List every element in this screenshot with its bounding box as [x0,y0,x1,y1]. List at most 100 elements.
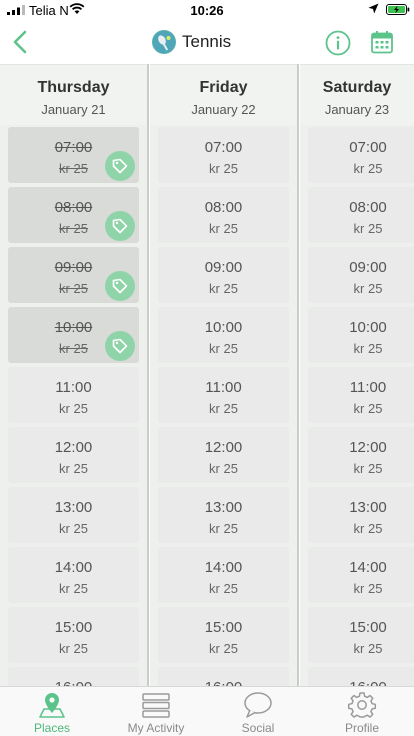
day-header: Saturday January 23 [300,64,414,125]
time-slot[interactable]: 07:00 kr 25 [158,127,289,183]
time-slot[interactable]: 10:00 kr 25 [8,307,139,363]
time-slot[interactable]: 14:00 kr 25 [8,547,139,603]
slot-price: kr 25 [209,461,238,476]
slot-time: 12:00 [54,439,93,456]
tab-social-label: Social [241,721,275,735]
slot-price: kr 25 [353,521,383,536]
time-slot[interactable]: 16:00 [158,667,289,686]
slot-time: 14:00 [204,559,243,576]
slot-time: 10:00 [204,319,243,336]
time-slot[interactable]: 08:00 kr 25 [8,187,139,243]
time-slot[interactable]: 11:00 kr 25 [308,367,414,423]
slot-time: 11:00 [55,379,92,396]
tag-icon [112,218,128,234]
list-icon [142,693,170,718]
map-pin-icon [39,693,65,718]
day-column-saturday: Saturday January 23 07:00 kr 25 08:00 kr 25 09… [300,64,414,686]
slot-time: 13:00 [349,499,387,516]
booked-tag-badge[interactable] [105,271,135,301]
time-slot[interactable]: 13:00 kr 25 [308,487,414,543]
slot-time: 11:00 [205,379,242,396]
time-slot[interactable]: 07:00 kr 25 [308,127,414,183]
calendar-button[interactable] [371,30,393,54]
slot-price: kr 25 [209,341,238,356]
booked-tag-badge[interactable] [105,211,135,241]
slot-price: kr 25 [209,521,238,536]
time-slot[interactable]: 09:00 kr 25 [158,247,289,303]
slot-price: kr 25 [353,641,383,656]
slot-price: kr 25 [353,161,383,176]
slot-price: kr 25 [59,521,88,536]
day-date: January 21 [41,102,106,117]
tag-icon [112,338,128,354]
slot-time: 08:00 [349,199,387,216]
back-button[interactable] [8,28,34,56]
time-slot[interactable]: 10:00 kr 25 [308,307,414,363]
info-button[interactable] [325,30,351,56]
slot-price: kr 25 [209,281,238,296]
slot-time: 11:00 [349,379,387,396]
slot-price: kr 25 [353,281,383,296]
slot-time: 15:00 [204,619,243,636]
time-slot[interactable]: 10:00 kr 25 [158,307,289,363]
slot-time: 14:00 [54,559,93,576]
tab-social[interactable]: Social [206,687,310,736]
time-slot[interactable]: 12:00 kr 25 [308,427,414,483]
time-slot[interactable]: 14:00 kr 25 [308,547,414,603]
time-slot[interactable]: 13:00 kr 25 [8,487,139,543]
slot-time: 16:00 [8,679,139,686]
time-slot[interactable]: 11:00 kr 25 [158,367,289,423]
slot-price: kr 25 [353,341,383,356]
time-slot[interactable]: 15:00 kr 25 [8,607,139,663]
time-slot[interactable]: 12:00 kr 25 [158,427,289,483]
slot-price: kr 25 [209,161,238,176]
day-column-friday: Friday January 22 07:00 kr 25 08:00 kr 25 09:0… [150,64,297,686]
slot-time: 12:00 [349,439,387,456]
time-slot[interactable]: 15:00 kr 25 [158,607,289,663]
nav-header: Tennis [0,22,414,64]
chat-bubble-icon [244,692,272,718]
time-slot[interactable]: 09:00 kr 25 [308,247,414,303]
slot-time: 08:00 [204,199,243,216]
slot-price: kr 25 [209,221,238,236]
time-slot[interactable]: 16:00 [308,667,414,686]
tab-profile-label: Profile [344,721,379,735]
time-slot[interactable]: 12:00 kr 25 [8,427,139,483]
page-title: Tennis [182,32,232,51]
day-date: January 23 [324,102,390,117]
schedule-grid[interactable]: Thursday January 21 07:00 kr 25 08:00 kr 25 09… [0,64,414,686]
booked-tag-badge[interactable] [105,151,135,181]
slot-time: 07:00 [204,139,243,156]
gear-icon [347,692,377,718]
slot-time: 14:00 [349,559,387,576]
tag-icon [112,158,128,174]
time-slot[interactable]: 08:00 kr 25 [158,187,289,243]
slot-time: 16:00 [308,679,414,686]
column-divider [297,64,299,686]
time-slot[interactable]: 16:00 [8,667,139,686]
time-slot[interactable]: 11:00 kr 25 [8,367,139,423]
time-slot[interactable]: 08:00 kr 25 [308,187,414,243]
tab-profile[interactable]: Profile [310,687,414,736]
tab-my-activity[interactable]: My Activity [104,687,208,736]
booked-tag-badge[interactable] [105,331,135,361]
slot-time: 15:00 [349,619,387,636]
slot-price: kr 25 [209,401,238,416]
tennis-avatar-icon [152,30,176,54]
slot-price: kr 25 [59,641,88,656]
slot-price: kr 25 [59,581,88,596]
time-slot[interactable]: 13:00 kr 25 [158,487,289,543]
tab-places[interactable]: Places [0,687,104,736]
time-slot[interactable]: 09:00 kr 25 [8,247,139,303]
page-title-group: Tennis [152,28,231,56]
tab-places-label: Places [33,721,71,735]
day-column-thursday: Thursday January 21 07:00 kr 25 08:00 kr 25 09… [0,64,147,686]
column-divider [147,64,149,686]
day-header: Friday January 22 [150,64,297,125]
slot-price: kr 25 [353,581,383,596]
tab-my-activity-label: My Activity [127,721,185,735]
day-name: Friday [199,79,248,96]
time-slot[interactable]: 07:00 kr 25 [8,127,139,183]
time-slot[interactable]: 14:00 kr 25 [158,547,289,603]
time-slot[interactable]: 15:00 kr 25 [308,607,414,663]
